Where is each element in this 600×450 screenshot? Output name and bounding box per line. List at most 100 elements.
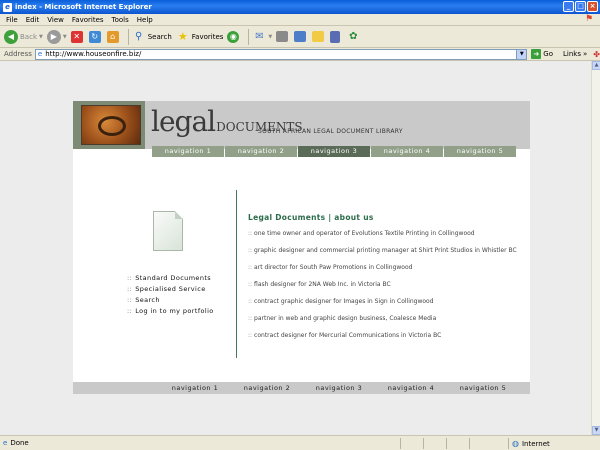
page-icon: e bbox=[37, 50, 43, 58]
back-button[interactable]: ◀ Back ▼ bbox=[4, 29, 43, 44]
menu-file[interactable]: File bbox=[6, 16, 18, 24]
status-panel bbox=[400, 438, 422, 449]
print-button[interactable] bbox=[276, 31, 290, 42]
forward-dropdown-icon: ▼ bbox=[62, 33, 67, 40]
address-input[interactable]: e http://www.houseonfire.biz/ ▼ bbox=[34, 48, 528, 60]
discuss-button[interactable] bbox=[312, 31, 326, 42]
gear-photo-icon bbox=[81, 105, 141, 145]
internet-globe-icon: ◍ bbox=[512, 439, 519, 448]
menu-favorites[interactable]: Favorites bbox=[72, 16, 104, 24]
go-button[interactable]: ➜ Go bbox=[531, 49, 553, 59]
media-icon: ◉ bbox=[227, 30, 240, 43]
toolbar-extension-icon[interactable]: ✤ bbox=[593, 50, 600, 59]
top-nav-5[interactable]: navigation 5 bbox=[444, 146, 516, 157]
site-subtitle: SOUTH AFRICAN LEGAL DOCUMENT LIBRARY bbox=[258, 128, 403, 135]
about-list: :: one time owner and operator of Evoluti… bbox=[248, 230, 517, 349]
links-chevron-icon[interactable]: » bbox=[583, 50, 587, 58]
search-button[interactable]: ⚲ Search bbox=[132, 30, 172, 44]
status-panels bbox=[400, 438, 492, 449]
footer-nav-4[interactable]: navigation 4 bbox=[375, 384, 447, 392]
list-item: :: partner in web and graphic design busi… bbox=[248, 315, 437, 322]
scroll-up-icon[interactable]: ▲ bbox=[592, 61, 600, 70]
header-image bbox=[73, 101, 145, 149]
top-nav-3[interactable]: navigation 3 bbox=[298, 146, 370, 157]
standard-toolbar: ◀ Back ▼ ▶ ▼ ✕ ↻ ⌂ ⚲ Search ★ Favorites … bbox=[0, 26, 600, 48]
refresh-icon: ↻ bbox=[88, 30, 101, 43]
edit-button[interactable] bbox=[294, 31, 308, 42]
status-bar: e Done ◍ Internet bbox=[0, 435, 600, 450]
messenger-button[interactable]: ✿ bbox=[346, 30, 362, 44]
vertical-scrollbar[interactable]: ▲ ▼ bbox=[591, 61, 600, 435]
close-button[interactable]: × bbox=[587, 1, 598, 12]
forward-arrow-icon: ▶ bbox=[46, 29, 61, 44]
side-link-specialised-service[interactable]: :: Specialised Service bbox=[127, 285, 214, 293]
footer-nav-5[interactable]: navigation 5 bbox=[447, 384, 519, 392]
research-icon bbox=[330, 30, 341, 43]
side-menu: :: Standard Documents :: Specialised Servi… bbox=[127, 274, 214, 318]
status-panel bbox=[469, 438, 491, 449]
top-nav-1[interactable]: navigation 1 bbox=[152, 146, 224, 157]
mail-button[interactable]: ✉ ▼ bbox=[252, 30, 272, 44]
media-button[interactable]: ◉ bbox=[227, 30, 241, 43]
footer-navigation: navigation 1 navigation 2 navigation 3 n… bbox=[73, 382, 530, 394]
content-divider bbox=[236, 190, 237, 358]
go-arrow-icon: ➜ bbox=[531, 49, 542, 59]
menu-bar: File Edit View Favorites Tools Help ⚑ bbox=[0, 14, 600, 26]
site-header: legal DOCUMENTS SOUTH AFRICAN LEGAL DOCU… bbox=[73, 101, 530, 149]
side-link-search[interactable]: :: Search bbox=[127, 296, 214, 304]
links-button[interactable]: Links bbox=[563, 50, 581, 58]
menu-help[interactable]: Help bbox=[137, 16, 153, 24]
window-title: index - Microsoft Internet Explorer bbox=[15, 3, 152, 11]
menu-tools[interactable]: Tools bbox=[112, 16, 129, 24]
refresh-button[interactable]: ↻ bbox=[88, 30, 103, 43]
address-bar: Address e http://www.houseonfire.biz/ ▼ … bbox=[0, 48, 600, 61]
mail-dropdown-icon: ▼ bbox=[268, 33, 273, 40]
forward-button[interactable]: ▶ ▼ bbox=[46, 29, 67, 44]
side-link-login[interactable]: :: Log in to my portfolio bbox=[127, 307, 214, 315]
toolbar-separator bbox=[248, 28, 250, 45]
toolbar-separator bbox=[127, 28, 129, 45]
section-title: Legal Documents | about us bbox=[248, 213, 374, 222]
stop-button[interactable]: ✕ bbox=[70, 30, 85, 43]
side-link-standard-documents[interactable]: :: Standard Documents bbox=[127, 274, 214, 282]
footer-nav-2[interactable]: navigation 2 bbox=[231, 384, 303, 392]
footer-nav-1[interactable]: navigation 1 bbox=[159, 384, 231, 392]
page-viewport: legal DOCUMENTS SOUTH AFRICAN LEGAL DOCU… bbox=[0, 61, 591, 435]
list-item: :: contract designer for Mercurial Commun… bbox=[248, 332, 442, 339]
menu-view[interactable]: View bbox=[47, 16, 64, 24]
status-panel bbox=[446, 438, 468, 449]
site-title-main: legal bbox=[151, 105, 216, 138]
minimize-button[interactable]: _ bbox=[563, 1, 574, 12]
address-dropdown-icon[interactable]: ▼ bbox=[516, 49, 527, 59]
top-nav-4[interactable]: navigation 4 bbox=[371, 146, 443, 157]
maximize-button[interactable]: □ bbox=[575, 1, 586, 12]
scroll-down-icon[interactable]: ▼ bbox=[592, 426, 600, 435]
address-label: Address bbox=[4, 50, 32, 58]
window-controls: _ □ × bbox=[563, 1, 598, 12]
favorites-button[interactable]: ★ Favorites bbox=[176, 30, 224, 44]
site-container: legal DOCUMENTS SOUTH AFRICAN LEGAL DOCU… bbox=[73, 101, 530, 394]
footer-nav-3[interactable]: navigation 3 bbox=[303, 384, 375, 392]
edit-page-icon bbox=[294, 31, 307, 42]
back-arrow-icon: ◀ bbox=[4, 29, 18, 44]
list-item: :: art director for South Paw Promotions … bbox=[248, 264, 413, 271]
address-url: http://www.houseonfire.biz/ bbox=[45, 50, 142, 58]
stop-icon: ✕ bbox=[70, 30, 83, 43]
home-icon: ⌂ bbox=[106, 30, 119, 43]
favorites-star-icon: ★ bbox=[177, 30, 188, 43]
messenger-icon: ✿ bbox=[349, 31, 358, 42]
home-button[interactable]: ⌂ bbox=[106, 30, 121, 43]
document-icon bbox=[153, 211, 187, 253]
top-navigation: navigation 1 navigation 2 navigation 3 n… bbox=[152, 146, 517, 157]
top-nav-2[interactable]: navigation 2 bbox=[225, 146, 297, 157]
search-icon: ⚲ bbox=[135, 31, 143, 42]
folder-icon bbox=[312, 31, 325, 42]
status-panel bbox=[423, 438, 445, 449]
list-item: :: one time owner and operator of Evoluti… bbox=[248, 230, 475, 237]
printer-icon bbox=[276, 31, 289, 42]
research-button[interactable] bbox=[330, 30, 342, 43]
list-item: :: flash designer for 2NA Web Inc. in Vic… bbox=[248, 281, 391, 288]
status-text: Done bbox=[10, 439, 29, 447]
menu-edit[interactable]: Edit bbox=[26, 16, 40, 24]
page-status-icon: e bbox=[3, 439, 8, 447]
